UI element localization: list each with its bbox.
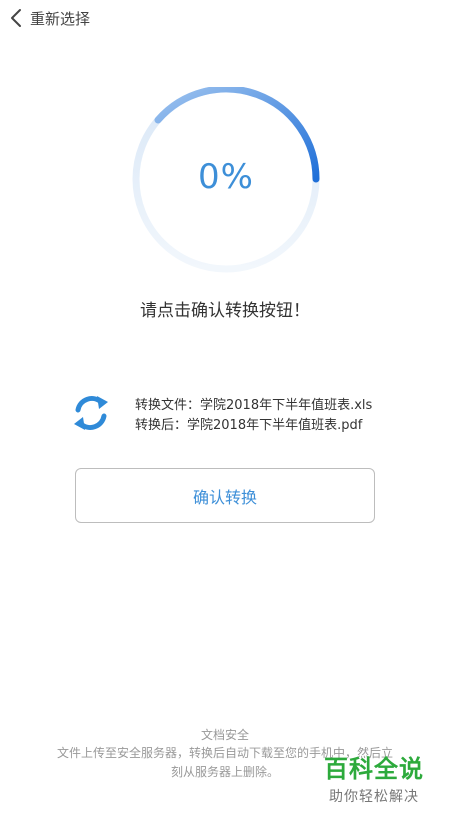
source-file-label: 转换文件：学院2018年下半年值班表.xls — [135, 398, 373, 413]
instruction-text: 请点击确认转换按钮！ — [140, 301, 310, 321]
confirm-convert-button[interactable]: 确认转换 — [75, 468, 375, 523]
top-bar: 重新选择 — [0, 0, 450, 36]
footer-title: 文档安全 — [200, 728, 249, 742]
watermark-logo: 百科全说 助你轻松解决 — [314, 754, 434, 806]
progress-ring: 0% — [126, 87, 326, 277]
file-info: 转换文件：学院2018年下半年值班表.xls 转换后：学院2018年下半年值班表… — [135, 396, 372, 436]
progress-percent: 0% — [198, 157, 254, 197]
convert-sync-icon — [74, 396, 108, 430]
chevron-left-icon — [11, 9, 21, 27]
back-label: 重新选择 — [30, 9, 91, 28]
watermark-subtitle: 助你轻松解决 — [329, 789, 419, 805]
target-file-label: 转换后：学院2018年下半年值班表.pdf — [135, 418, 363, 433]
watermark-title: 百科全说 — [324, 755, 424, 783]
back-button[interactable]: 重新选择 — [0, 0, 90, 36]
